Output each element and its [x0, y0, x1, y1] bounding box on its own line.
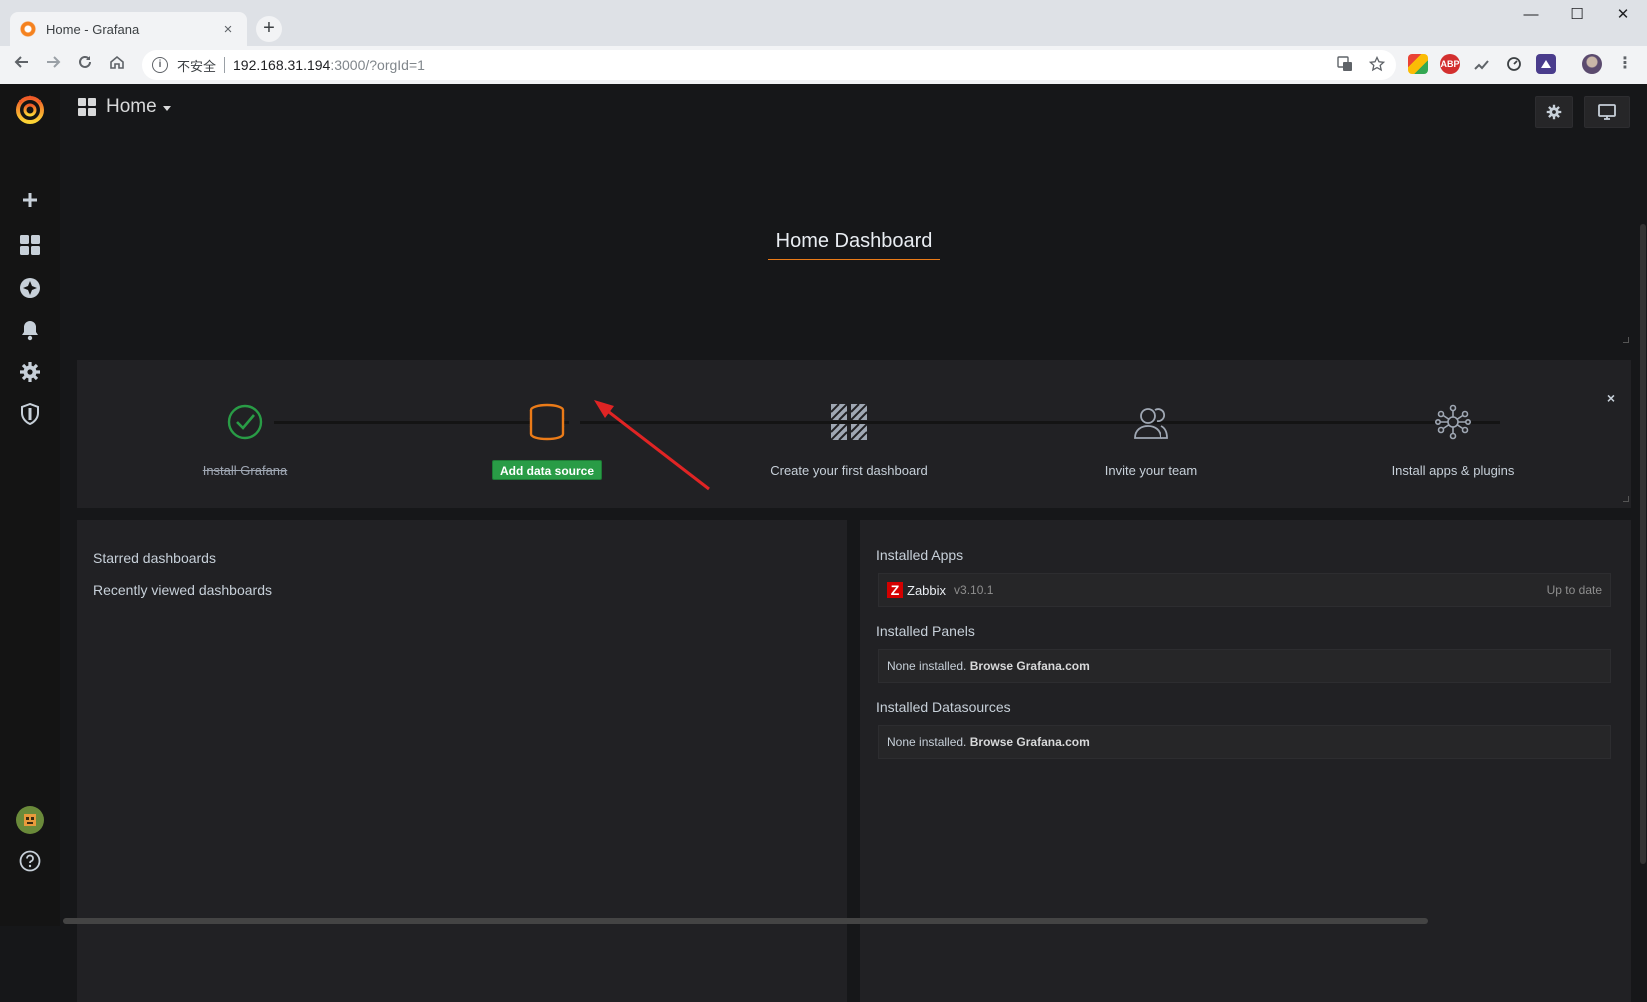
monitor-icon — [1598, 104, 1616, 120]
step-label[interactable]: Create your first dashboard — [729, 460, 969, 482]
forward-arrow-icon[interactable] — [40, 52, 66, 78]
grafana-app: Home Home Dashboard Install Grafana Add … — [0, 84, 1647, 1002]
step-install-grafana: Install Grafana — [125, 400, 365, 482]
installed-apps-heading: Installed Apps — [876, 547, 964, 563]
step-label[interactable]: Install apps & plugins — [1333, 460, 1573, 482]
configuration-gear-icon[interactable] — [18, 360, 42, 384]
browse-grafana-link[interactable]: Browse Grafana.com — [970, 659, 1090, 673]
step-invite-team: Invite your team — [1031, 400, 1271, 482]
zabbix-logo-icon: Z — [887, 582, 903, 598]
back-arrow-icon[interactable] — [9, 52, 35, 78]
dashboard-picker[interactable]: Home — [78, 96, 171, 118]
starred-dashboards-heading: Starred dashboards — [93, 550, 216, 566]
browser-chrome: Home - Grafana × + — ☐ ✕ i 不安全 192.168.3… — [0, 0, 1647, 84]
google-ext-icon[interactable] — [1408, 54, 1428, 74]
dashboard-grid-icon — [78, 98, 96, 116]
maximize-button[interactable]: ☐ — [1554, 0, 1600, 30]
dismiss-close-icon[interactable]: × — [1607, 390, 1615, 406]
getting-started-panel: Install Grafana Add data source Create y… — [77, 360, 1631, 508]
profile-avatar[interactable] — [1582, 54, 1602, 74]
dashboard-navbar: Home — [60, 84, 1647, 140]
home-headline: Home Dashboard — [767, 230, 941, 260]
reload-icon[interactable] — [72, 52, 98, 78]
url-host: 192.168.31.194 — [233, 57, 331, 73]
new-tab-button[interactable]: + — [256, 16, 282, 42]
plugin-row-empty: None installed. Browse Grafana.com — [878, 725, 1611, 759]
users-icon — [1031, 400, 1271, 444]
extension-icon[interactable] — [1536, 54, 1556, 74]
translate-icon[interactable] — [1336, 56, 1354, 74]
address-bar[interactable]: i 不安全 192.168.31.194:3000/?orgId=1 — [142, 50, 1396, 80]
url-path: :3000/?orgId=1 — [330, 57, 425, 73]
site-info-icon[interactable]: i — [152, 57, 168, 73]
step-create-dashboard: Create your first dashboard — [729, 400, 969, 482]
security-label: 不安全 — [177, 58, 217, 74]
home-headline-panel: Home Dashboard — [77, 230, 1631, 260]
none-installed-text: None installed. — [887, 735, 967, 749]
adblock-icon[interactable]: ABP — [1440, 54, 1460, 74]
close-window-button[interactable]: ✕ — [1600, 0, 1646, 30]
dashboard-grid-icon — [729, 400, 969, 444]
plugin-row-zabbix[interactable]: Z Zabbix v3.10.1 Up to date — [878, 573, 1611, 607]
plugin-name: Zabbix — [907, 582, 947, 598]
add-data-source-button[interactable]: Add data source — [491, 460, 603, 480]
panel-resize-handle[interactable] — [1623, 337, 1629, 343]
alerting-bell-icon[interactable] — [18, 318, 42, 342]
tab-title: Home - Grafana — [46, 21, 140, 37]
tab-strip: Home - Grafana × + — ☐ ✕ — [0, 0, 1647, 46]
caret-down-icon — [162, 106, 171, 111]
user-avatar[interactable] — [16, 806, 44, 834]
browse-grafana-link[interactable]: Browse Grafana.com — [970, 735, 1090, 749]
plugin-update-status: Up to date — [1546, 583, 1602, 597]
vertical-scrollbar[interactable] — [1640, 224, 1646, 864]
omnibox-separator — [224, 57, 226, 73]
database-icon — [427, 400, 667, 444]
installed-panels-heading: Installed Panels — [876, 623, 975, 639]
step-label-wrap: Add data source — [427, 460, 667, 482]
dashboard-title: Home — [106, 96, 157, 117]
step-label[interactable]: Invite your team — [1031, 460, 1271, 482]
plugin-row-empty: None installed. Browse Grafana.com — [878, 649, 1611, 683]
dashboards-icon[interactable] — [18, 233, 42, 257]
panel-resize-handle[interactable] — [1623, 496, 1629, 502]
gear-icon — [1546, 104, 1562, 120]
installed-datasources-heading: Installed Datasources — [876, 699, 1011, 715]
gauge-icon[interactable] — [1504, 54, 1524, 74]
step-label: Install Grafana — [202, 463, 288, 478]
step-add-data-source: Add data source — [427, 400, 667, 482]
plugin-list-panel: Installed Apps Z Zabbix v3.10.1 Up to da… — [860, 520, 1631, 1002]
explore-compass-icon[interactable] — [18, 276, 42, 300]
side-menu — [0, 84, 60, 926]
browser-tab[interactable]: Home - Grafana × — [10, 12, 247, 46]
recent-dashboards-heading: Recently viewed dashboards — [93, 582, 272, 598]
check-circle-icon — [125, 400, 365, 444]
server-admin-shield-icon[interactable] — [18, 402, 42, 426]
step-install-plugins: Install apps & plugins — [1333, 400, 1573, 482]
browser-menu-icon[interactable]: ⋮ — [1615, 54, 1635, 74]
grafana-favicon-icon — [20, 21, 36, 37]
plugin-version: v3.10.1 — [954, 583, 994, 597]
minimize-button[interactable]: — — [1508, 0, 1554, 30]
tab-close-icon[interactable]: × — [219, 21, 237, 38]
home-icon[interactable] — [104, 52, 130, 78]
none-installed-text: None installed. — [887, 659, 967, 673]
settings-button[interactable] — [1535, 96, 1573, 128]
create-plus-icon[interactable] — [18, 188, 42, 212]
grafana-logo-icon[interactable] — [13, 92, 47, 126]
dashlist-panel: Starred dashboards Recently viewed dashb… — [77, 520, 847, 1002]
help-question-icon[interactable] — [18, 849, 42, 873]
plugin-network-icon — [1333, 400, 1573, 444]
bookmark-star-icon[interactable] — [1368, 55, 1386, 74]
horizontal-scrollbar[interactable] — [63, 918, 1428, 924]
tv-mode-button[interactable] — [1584, 96, 1630, 128]
extension-icon[interactable] — [1472, 54, 1492, 74]
